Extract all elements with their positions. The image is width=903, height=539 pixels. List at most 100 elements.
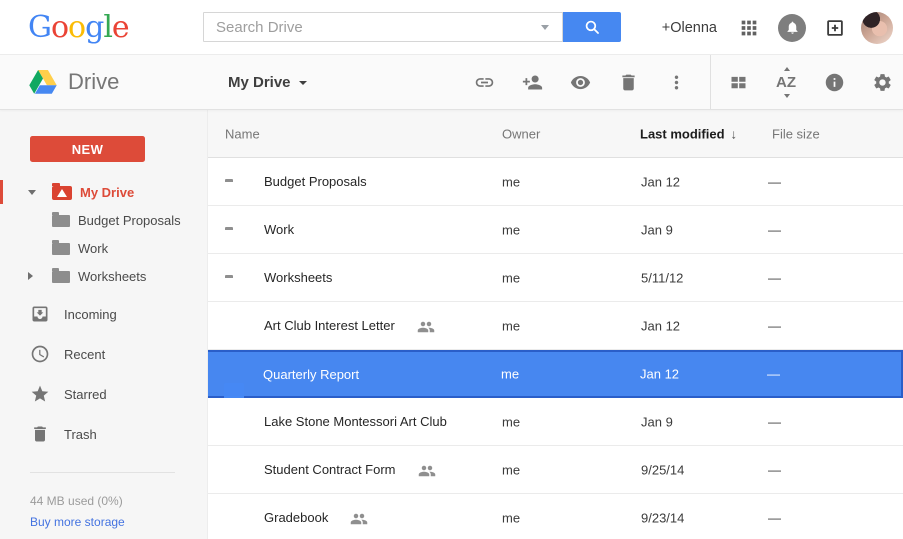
grid-view-icon [728, 72, 749, 93]
file-modified: 9/23/14 [641, 510, 684, 525]
table-body: Budget Proposals me Jan 12 — Work me Jan… [208, 158, 903, 539]
sidebar-item-incoming[interactable]: Incoming [0, 294, 207, 334]
view-tools: AZ [714, 55, 903, 109]
search-icon [583, 18, 602, 37]
tree-arrow-icon[interactable] [28, 190, 36, 195]
sort-az-icon: AZ [776, 74, 796, 91]
add-people-icon [522, 72, 543, 93]
tree-item-icon [52, 271, 70, 283]
file-modified: Jan 12 [641, 174, 680, 189]
file-size: — [767, 367, 780, 382]
search-button[interactable] [563, 12, 621, 42]
settings-button[interactable] [858, 55, 903, 109]
file-owner: me [502, 174, 520, 189]
topbar-right-cluster: +Olenna [662, 0, 893, 55]
file-modified: Jan 9 [641, 222, 673, 237]
trash-icon [618, 72, 639, 93]
sidebar-tree-item[interactable]: Worksheets [0, 262, 207, 290]
link-icon [474, 72, 495, 93]
sidebar-tree-item[interactable]: Work [0, 234, 207, 262]
sidebar: NEW My Drive Budget Proposals Work Works… [0, 110, 208, 539]
file-modified: 5/11/12 [641, 270, 683, 285]
more-options-button[interactable] [652, 55, 700, 109]
file-size: — [768, 222, 781, 237]
tree-arrow-icon[interactable] [28, 272, 33, 280]
shared-people-icon [350, 510, 368, 528]
table-row[interactable]: Worksheets me 5/11/12 — [208, 254, 903, 302]
table-row[interactable]: Quarterly Report me Jan 12 — [208, 350, 903, 398]
file-size: — [768, 318, 781, 333]
table-row[interactable]: Student Contract Form me 9/25/14 — [208, 446, 903, 494]
sidebar-item-recent[interactable]: Recent [0, 334, 207, 374]
avatar[interactable] [861, 12, 893, 44]
column-header-owner[interactable]: Owner [502, 126, 540, 141]
file-size: — [768, 270, 781, 285]
sidebar-tree-item[interactable]: Budget Proposals [0, 206, 207, 234]
search-options-caret-icon[interactable] [541, 25, 549, 30]
info-button[interactable] [810, 55, 858, 109]
google-logo-letter: o [68, 10, 85, 45]
drive-logo-icon [29, 70, 57, 94]
new-button[interactable]: NEW [30, 136, 145, 162]
file-size: — [768, 414, 781, 429]
google-logo-letter: e [112, 10, 129, 45]
settings-gear-icon [872, 72, 893, 93]
drive-app-name: Drive [68, 69, 119, 95]
sidebar-item-label: Starred [64, 387, 107, 402]
column-header-last-modified[interactable]: Last modified↓ [640, 126, 737, 141]
grid-view-button[interactable] [714, 55, 762, 109]
account-name[interactable]: +Olenna [662, 20, 717, 36]
column-header-file-size[interactable]: File size [772, 126, 820, 141]
table-row[interactable]: Budget Proposals me Jan 12 — [208, 158, 903, 206]
file-modified: 9/25/14 [641, 462, 684, 477]
file-name: Art Club Interest Letter [264, 318, 395, 333]
apps-grid-icon[interactable] [735, 14, 763, 42]
delete-button[interactable] [604, 55, 652, 109]
file-owner: me [502, 270, 520, 285]
sidebar-item-label: Trash [64, 427, 97, 442]
sort-direction-icon: ↓ [731, 126, 738, 141]
breadcrumb[interactable]: My Drive [228, 55, 307, 109]
preview-button[interactable] [556, 55, 604, 109]
file-name: Lake Stone Montessori Art Club [264, 414, 447, 429]
table-row[interactable]: Art Club Interest Letter me Jan 12 — [208, 302, 903, 350]
file-modified: Jan 12 [641, 318, 680, 333]
notifications-bell-icon[interactable] [775, 11, 809, 45]
file-list: Name Owner Last modified↓ File size Budg… [208, 110, 903, 539]
sort-button[interactable]: AZ [762, 55, 810, 109]
tree-item-icon [52, 243, 70, 255]
file-name: Quarterly Report [263, 367, 359, 382]
tree-item-icon [52, 215, 70, 227]
sidebar-tree-item[interactable]: My Drive [0, 178, 207, 206]
table-row[interactable]: Gradebook me 9/23/14 — [208, 494, 903, 539]
sidebar-item-trash[interactable]: Trash [0, 414, 207, 454]
search-input[interactable] [203, 12, 563, 42]
file-owner: me [502, 510, 520, 525]
sidebar-item-label: Recent [64, 347, 105, 362]
file-size: — [768, 174, 781, 189]
share-button[interactable] [508, 55, 556, 109]
top-header: Google +Olenna [0, 0, 903, 55]
sidebar-item-starred[interactable]: Starred [0, 374, 207, 414]
breadcrumb-label: My Drive [228, 74, 291, 91]
main-area: NEW My Drive Budget Proposals Work Works… [0, 110, 903, 539]
trash-icon [30, 424, 50, 444]
tree-item-label: My Drive [80, 185, 134, 200]
google-logo-letter: g [85, 10, 103, 45]
file-owner: me [502, 414, 520, 429]
table-row[interactable]: Lake Stone Montessori Art Club me Jan 9 … [208, 398, 903, 446]
get-link-button[interactable] [460, 55, 508, 109]
tree-item-icon [52, 186, 72, 200]
file-name: Budget Proposals [264, 174, 367, 189]
column-header-name[interactable]: Name [225, 126, 260, 141]
drive-brand[interactable]: Drive [29, 55, 119, 109]
table-row[interactable]: Work me Jan 9 — [208, 206, 903, 254]
inbox-icon [30, 304, 50, 324]
buy-storage-link[interactable]: Buy more storage [30, 515, 207, 529]
file-name: Worksheets [264, 270, 332, 285]
google-logo[interactable]: Google [28, 0, 129, 54]
tree-item-label: Work [78, 241, 108, 256]
toolbar-divider [710, 55, 711, 109]
file-modified: Jan 12 [640, 367, 679, 382]
add-box-icon[interactable] [821, 14, 849, 42]
